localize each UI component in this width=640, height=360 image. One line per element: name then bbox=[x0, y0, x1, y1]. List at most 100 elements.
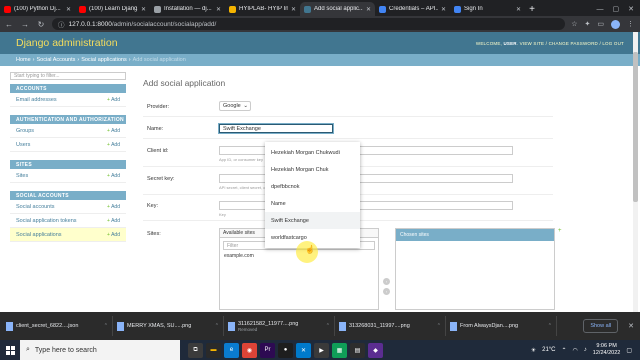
close-tab-icon[interactable]: ✕ bbox=[66, 6, 71, 13]
address-bar[interactable]: ⓘ 127.0.0.1:8000/admin/socialaccount/soc… bbox=[52, 18, 566, 30]
scrollbar-thumb[interactable] bbox=[633, 52, 638, 202]
breadcrumb-app[interactable]: Social Accounts bbox=[37, 57, 76, 63]
breadcrumb-model[interactable]: Social applications bbox=[81, 57, 127, 63]
app-icon[interactable]: ◆ bbox=[368, 342, 383, 358]
show-all-button[interactable]: Show all bbox=[583, 319, 619, 333]
close-icon[interactable]: ✕ bbox=[628, 322, 634, 330]
tray-chevron-icon[interactable]: ⌃ bbox=[562, 347, 567, 354]
add-link[interactable]: + Add bbox=[107, 232, 120, 238]
sidepanel-icon[interactable]: ▭ bbox=[597, 20, 604, 29]
download-item[interactable]: MERRY XMAS, SU.....png ⌃ bbox=[117, 316, 224, 336]
close-tab-icon[interactable]: ✕ bbox=[216, 6, 221, 13]
key-field[interactable] bbox=[219, 201, 513, 210]
close-tab-icon[interactable]: ✕ bbox=[366, 6, 371, 13]
reload-icon[interactable]: ↻ bbox=[36, 20, 46, 29]
add-link[interactable]: + Add bbox=[107, 218, 120, 224]
nav-filter-input[interactable]: Start typing to filter... bbox=[10, 72, 126, 80]
model-link[interactable]: Social applications bbox=[16, 232, 62, 238]
browser-tab[interactable]: (100) Learn Djang... ✕ bbox=[75, 2, 150, 16]
download-item[interactable]: 313268031_11997....png ⌃ bbox=[339, 316, 446, 336]
model-link[interactable]: Social application tokens bbox=[16, 218, 77, 224]
client-id-field[interactable] bbox=[219, 146, 513, 155]
model-link[interactable]: Users bbox=[16, 142, 30, 148]
close-tab-icon[interactable]: ✕ bbox=[441, 6, 446, 13]
autocomplete-option[interactable]: Swift Exchange bbox=[265, 212, 360, 229]
add-link[interactable]: + Add bbox=[107, 142, 120, 148]
network-icon[interactable]: ◠ bbox=[573, 347, 578, 354]
bookmark-star-icon[interactable]: ☆ bbox=[571, 20, 577, 29]
new-tab-button[interactable]: + bbox=[525, 2, 539, 16]
user-links[interactable]: VIEW SITE / CHANGE PASSWORD / LOG OUT bbox=[520, 41, 624, 46]
name-field[interactable]: Swift Exchange bbox=[219, 124, 333, 133]
model-link[interactable]: Social accounts bbox=[16, 204, 55, 210]
download-item[interactable]: 311621582_11977....png Removed ⌃ bbox=[228, 316, 335, 336]
terminal-icon[interactable]: ▶ bbox=[314, 342, 329, 358]
model-link[interactable]: Email addresses bbox=[16, 97, 57, 103]
menu-kebab-icon[interactable]: ⋮ bbox=[627, 20, 634, 29]
vscode-icon[interactable]: ✕ bbox=[296, 342, 311, 358]
browser-tab[interactable]: Credentials – API... ✕ bbox=[375, 2, 450, 16]
autocomplete-option[interactable]: Hezekiah Morgan Chukwudi bbox=[265, 144, 360, 161]
module-caption[interactable]: ACCOUNTS bbox=[10, 84, 126, 93]
profile-avatar[interactable] bbox=[611, 19, 620, 29]
add-link[interactable]: + Add bbox=[107, 128, 120, 134]
close-tab-icon[interactable]: ✕ bbox=[516, 6, 521, 13]
start-button[interactable] bbox=[0, 340, 20, 360]
download-item[interactable]: client_secret_6822....json ⌃ bbox=[6, 316, 113, 336]
add-link[interactable]: + Add bbox=[107, 173, 120, 179]
browser-tab[interactable]: Add social applic... ✕ bbox=[300, 2, 375, 16]
provider-select[interactable]: Google ⌄ bbox=[219, 101, 251, 111]
obs-icon[interactable]: ● bbox=[278, 342, 293, 358]
page-scrollbar[interactable] bbox=[633, 32, 638, 320]
premiere-icon[interactable]: Pr bbox=[260, 342, 275, 358]
taskbar-search[interactable]: ⌕ Type here to search bbox=[20, 340, 180, 360]
volume-icon[interactable]: ♪ bbox=[584, 347, 587, 353]
notifications-icon[interactable]: ▢ bbox=[626, 347, 632, 354]
forward-icon[interactable]: → bbox=[20, 20, 30, 29]
add-link[interactable]: + Add bbox=[107, 97, 120, 103]
extensions-icon[interactable]: ✦ bbox=[585, 20, 591, 29]
chevron-up-icon[interactable]: ⌃ bbox=[104, 323, 108, 329]
close-tab-icon[interactable]: ✕ bbox=[291, 6, 296, 13]
close-tab-icon[interactable]: ✕ bbox=[141, 6, 146, 13]
site-branding[interactable]: Django administration bbox=[16, 37, 118, 49]
remove-arrow-icon[interactable]: ‹ bbox=[383, 288, 390, 295]
model-link[interactable]: Groups bbox=[16, 128, 34, 134]
minimize-icon[interactable]: — bbox=[597, 6, 604, 13]
autocomplete-option[interactable]: Name bbox=[265, 195, 360, 212]
chevron-up-icon[interactable]: ⌃ bbox=[215, 323, 219, 329]
info-icon[interactable]: ⓘ bbox=[58, 19, 65, 29]
sheets-icon[interactable]: ▦ bbox=[332, 342, 347, 358]
browser-tab[interactable]: (100) Python Dj... ✕ bbox=[0, 2, 75, 16]
task-view-icon[interactable]: ⧉ bbox=[188, 342, 203, 358]
model-link[interactable]: Sites bbox=[16, 173, 28, 179]
back-icon[interactable]: ← bbox=[4, 20, 14, 29]
maximize-icon[interactable]: ▢ bbox=[613, 5, 620, 13]
weather-temp[interactable]: 21°C bbox=[542, 347, 555, 353]
browser-tab[interactable]: Installation — dj... ✕ bbox=[150, 2, 225, 16]
chrome-icon[interactable]: ◉ bbox=[242, 342, 257, 358]
edge-icon[interactable]: e bbox=[224, 342, 239, 358]
taskbar-clock[interactable]: 9:06 PM 12/24/2022 bbox=[593, 343, 621, 357]
browser-tab[interactable]: Sign In ✕ bbox=[450, 2, 525, 16]
choose-arrow-icon[interactable]: › bbox=[383, 278, 390, 285]
add-site-icon[interactable]: + bbox=[558, 228, 562, 234]
module-caption[interactable]: AUTHENTICATION AND AUTHORIZATION bbox=[10, 115, 126, 124]
breadcrumb-home[interactable]: Home bbox=[16, 57, 31, 63]
chevron-up-icon[interactable]: ⌃ bbox=[437, 323, 441, 329]
file-explorer-icon[interactable]: ▬ bbox=[206, 342, 221, 358]
secret-key-field[interactable] bbox=[219, 174, 513, 183]
weather-icon[interactable]: ☀ bbox=[531, 347, 536, 354]
close-window-icon[interactable]: ✕ bbox=[628, 5, 634, 13]
favicon-icon bbox=[4, 5, 11, 13]
autocomplete-option[interactable]: dpefbbcnok bbox=[265, 178, 360, 195]
chevron-up-icon[interactable]: ⌃ bbox=[548, 323, 552, 329]
add-link[interactable]: + Add bbox=[107, 204, 120, 210]
module-caption[interactable]: SOCIAL ACCOUNTS bbox=[10, 191, 126, 200]
chevron-up-icon[interactable]: ⌃ bbox=[326, 323, 330, 329]
autocomplete-option[interactable]: Hezekiah Morgan Chuk bbox=[265, 161, 360, 178]
download-item[interactable]: From AlwaysDjan....png ⌃ bbox=[450, 316, 557, 336]
browser-tab[interactable]: HYIPLAB- HYIP In... ✕ bbox=[225, 2, 300, 16]
module-caption[interactable]: SITES bbox=[10, 160, 126, 169]
calculator-icon[interactable]: ▤ bbox=[350, 342, 365, 358]
